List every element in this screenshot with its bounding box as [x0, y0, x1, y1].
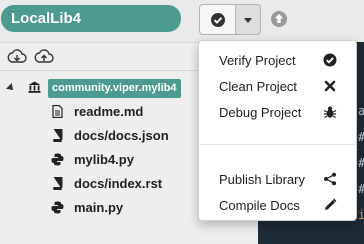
top-toolbar: LocalLib4 [0, 0, 364, 42]
close-icon [324, 80, 336, 92]
book-icon [50, 176, 64, 190]
file-item-readme[interactable]: readme.md [50, 100, 143, 122]
cloud-download-icon[interactable] [7, 49, 27, 65]
actions-dropdown-button[interactable] [235, 4, 261, 35]
python-icon [50, 200, 64, 214]
menu-item-label: Verify Project [219, 53, 296, 68]
menu-item-label: Debug Project [219, 105, 302, 120]
file-item-docs-index-rst[interactable]: docs/index.rst [50, 172, 162, 194]
file-icon [50, 104, 64, 118]
bug-icon [323, 106, 337, 119]
tree-toggle-icon[interactable] [6, 83, 16, 93]
caret-down-icon [244, 18, 252, 23]
file-label: readme.md [74, 103, 144, 119]
library-icon [28, 81, 41, 93]
file-item-mylib4-py[interactable]: mylib4.py [50, 148, 134, 170]
menu-item-verify-project[interactable]: Verify Project [199, 49, 356, 73]
pencil-icon [325, 198, 337, 210]
file-item-main-py[interactable]: main.py [50, 196, 123, 218]
editor-text-fragment: # [358, 182, 364, 196]
upload-button[interactable] [268, 8, 290, 30]
project-actions-menu: Verify Project Clean Project Debug Proje… [198, 40, 357, 221]
menu-item-label: Compile Docs [219, 198, 300, 213]
python-icon [50, 152, 64, 166]
file-label: docs/index.rst [74, 175, 163, 191]
upload-icon [271, 11, 287, 27]
file-label: mylib4.py [74, 151, 134, 167]
menu-item-debug-project[interactable]: Debug Project [199, 101, 356, 125]
check-circle-icon [323, 53, 337, 67]
book-icon [50, 128, 64, 142]
menu-divider [199, 144, 356, 145]
share-icon [324, 172, 336, 186]
editor-text-fragment: i [358, 208, 364, 222]
menu-item-label: Publish Library [219, 172, 305, 187]
editor-text-fragment: # [358, 130, 364, 144]
file-label: main.py [74, 199, 124, 215]
editor-text-fragment: a [358, 104, 364, 118]
file-item-docs-json[interactable]: docs/docs.json [50, 124, 169, 146]
check-circle-icon [211, 13, 225, 27]
cloud-upload-icon[interactable] [34, 49, 54, 65]
editor-text-fragment: # [358, 156, 364, 170]
menu-item-label: Clean Project [219, 79, 298, 94]
verify-button[interactable] [199, 4, 236, 35]
menu-item-publish-library[interactable]: Publish Library [199, 168, 356, 192]
library-name-pill[interactable]: LocalLib4 [1, 5, 181, 32]
menu-item-compile-docs[interactable]: Compile Docs [199, 194, 356, 218]
file-label: docs/docs.json [74, 127, 169, 143]
tree-root-label[interactable]: community.viper.mylib4 [48, 79, 181, 98]
menu-item-clean-project[interactable]: Clean Project [199, 75, 356, 99]
